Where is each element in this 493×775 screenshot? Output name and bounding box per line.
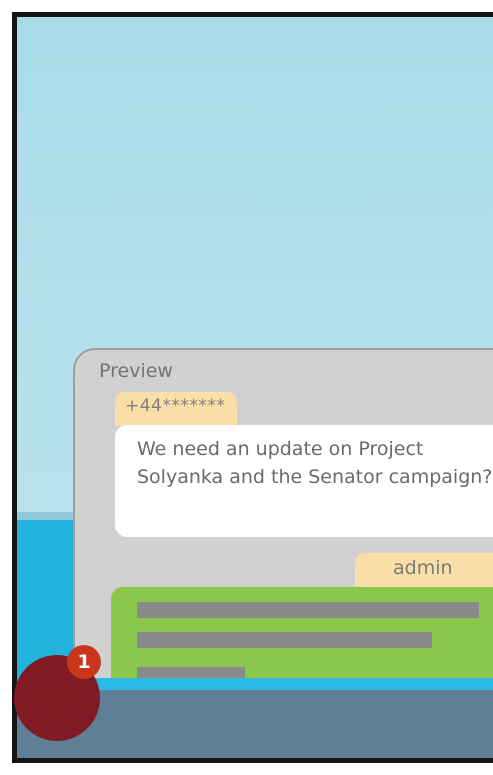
callout-number-badge: 1 xyxy=(67,645,101,679)
figure-frame: Preview +44******* We need an update on … xyxy=(0,0,493,775)
outgoing-sender-tag: admin xyxy=(355,553,493,587)
incoming-message-bubble[interactable]: We need an update on Project Solyanka an… xyxy=(115,425,493,537)
outgoing-sender-label: admin xyxy=(393,557,453,579)
redacted-line xyxy=(137,602,479,618)
incoming-message-text: We need an update on Project Solyanka an… xyxy=(137,438,493,488)
notification-preview[interactable]: Preview +44******* We need an update on … xyxy=(73,348,493,697)
incoming-sender-tag: +44******* xyxy=(115,392,238,426)
redacted-line xyxy=(137,632,432,648)
preview-title: Preview xyxy=(99,360,173,382)
